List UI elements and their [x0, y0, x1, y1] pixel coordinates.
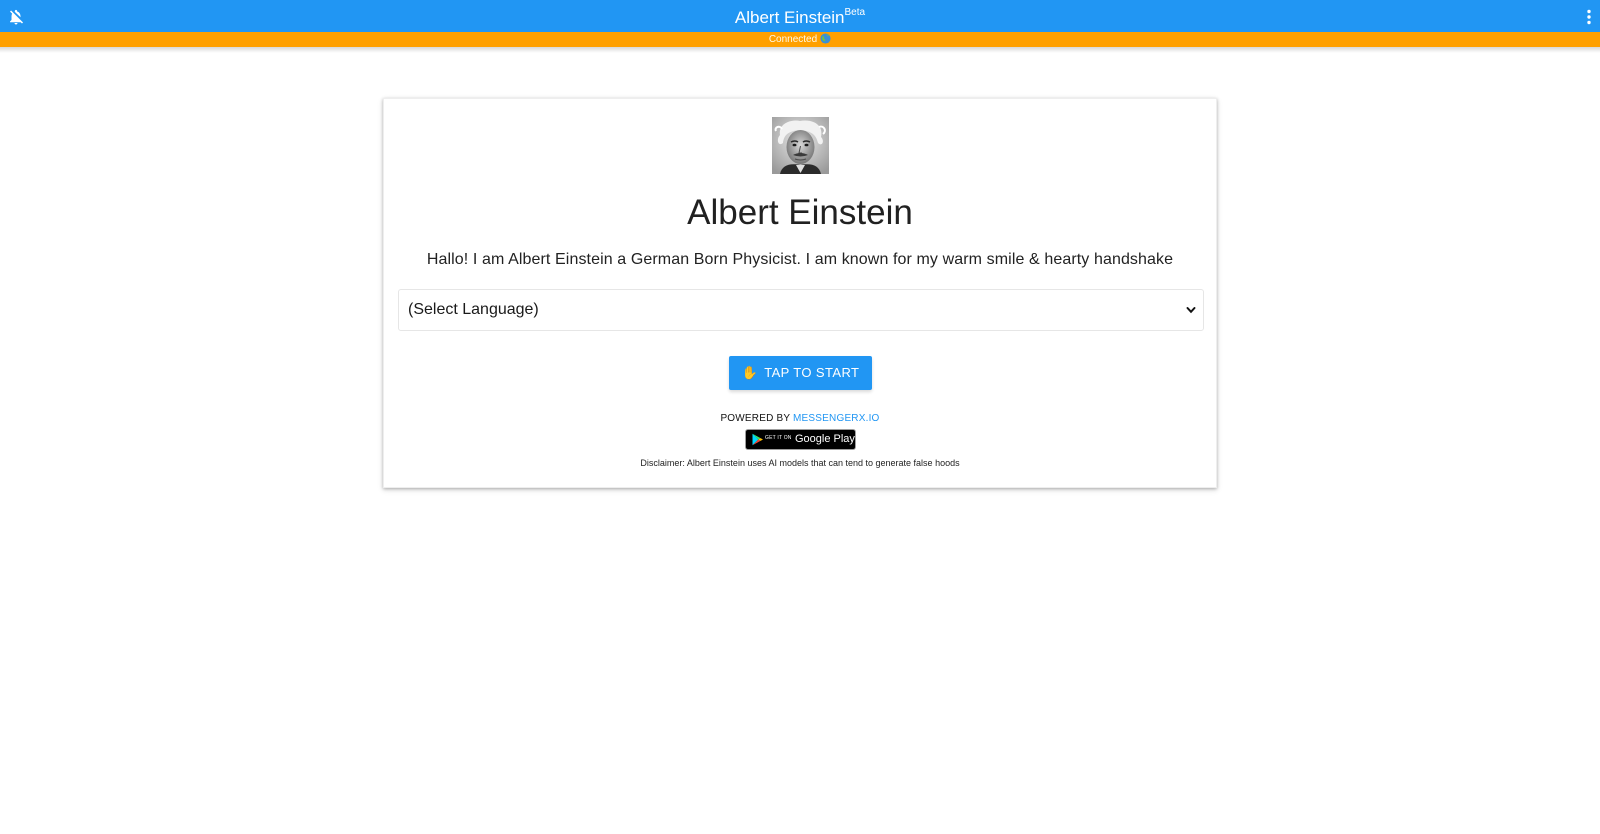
language-select-value: (Select Language): [408, 301, 539, 318]
bot-description: Hallo! I am Albert Einstein a German Bor…: [426, 251, 1174, 268]
bot-name-heading: Albert Einstein: [687, 193, 913, 232]
disclaimer-text: Disclaimer: Albert Einstein uses AI mode…: [640, 458, 960, 468]
google-play-store-text: Google Play: [795, 433, 855, 445]
language-select[interactable]: (Select Language): [398, 289, 1204, 331]
header-shadow: [0, 47, 1600, 53]
connection-status-text: Connected: [768, 34, 818, 45]
tap-to-start-label: TAP TO START: [764, 365, 860, 380]
app-title: Albert EinsteinBeta: [0, 7, 1600, 28]
powered-by-prefix: POWERED BY: [720, 413, 794, 424]
bot-intro-card: Albert Einstein Hallo! I am Albert Einst…: [383, 98, 1217, 488]
tap-to-start-button[interactable]: ✋ TAP TO START: [729, 356, 872, 390]
messengerx-link[interactable]: MESSENGERX.IO: [793, 413, 880, 424]
bot-avatar: [772, 117, 829, 174]
google-play-icon: [752, 433, 763, 446]
app-title-text: Albert Einstein: [734, 8, 845, 27]
more-vertical-icon[interactable]: [1586, 9, 1592, 25]
beta-label: Beta: [844, 7, 866, 18]
globe-icon: [820, 33, 831, 44]
google-play-badge[interactable]: GET IT ON Google Play: [745, 429, 856, 450]
connection-status-bar: Connected: [0, 32, 1600, 47]
app-header: Albert EinsteinBeta: [0, 0, 1600, 32]
powered-by: POWERED BY MESSENGERX.IO: [384, 413, 1216, 424]
chevron-down-icon: [1186, 307, 1196, 314]
hand-icon: ✋: [741, 365, 759, 380]
google-play-small-text: GET IT ON: [765, 435, 792, 441]
